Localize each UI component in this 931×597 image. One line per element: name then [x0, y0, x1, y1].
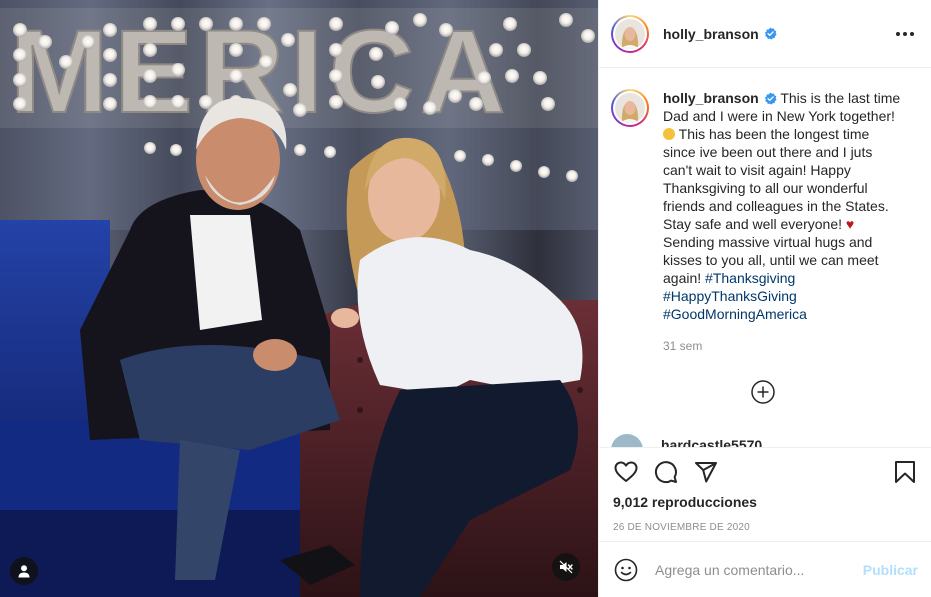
comment-button[interactable] [653, 459, 679, 485]
comments-section[interactable]: holly_branson This is the last time Dad … [599, 69, 931, 447]
avatar-image [615, 18, 645, 49]
hashtag-link[interactable]: #Thanksgiving [705, 270, 795, 286]
paper-plane-icon [695, 462, 717, 483]
post-modal: MERICA holly_branson holly_branson This … [0, 0, 931, 597]
avatar-frame [613, 91, 647, 125]
view-count[interactable]: 9,012 reproducciones [613, 494, 918, 510]
caption-line: kisses to you all, until we can meet [663, 252, 879, 268]
caption-line: since ive been out there and I juts [663, 144, 873, 160]
caption-line: Stay safe and well everyone! [663, 216, 842, 232]
comment-bubble-icon [654, 461, 677, 484]
speaker-muted-icon [559, 560, 573, 574]
header-username[interactable]: holly_branson [663, 26, 759, 42]
caption-line: This has been the longest time [678, 126, 870, 142]
heart-icon [614, 461, 638, 482]
post-header: holly_branson [599, 0, 931, 68]
caption-text: holly_branson This is the last time Dad … [663, 89, 913, 355]
caption-line: again! [663, 270, 702, 286]
verified-badge-icon [764, 92, 777, 105]
post-media[interactable]: MERICA [0, 0, 598, 597]
hashtag-link[interactable]: #HappyThanksGiving [663, 287, 913, 305]
red-heart-emoji-icon: ♥ [845, 216, 855, 232]
caption-line: Thanksgiving to all our wonderful [663, 180, 868, 196]
bookmark-icon [895, 461, 915, 483]
action-icons [613, 448, 918, 496]
verified-badge-icon [764, 27, 777, 40]
publish-button[interactable]: Publicar [863, 562, 918, 578]
post-sidebar: holly_branson holly_branson This is the … [598, 0, 931, 597]
comment-item: hardcastle5570 [611, 434, 762, 447]
user-icon [18, 565, 30, 578]
tagged-users-button[interactable] [10, 557, 38, 585]
comment-username[interactable]: hardcastle5570 [661, 437, 762, 447]
caption-time-ago[interactable]: 31 sem [663, 337, 913, 355]
profile-avatar[interactable] [611, 14, 649, 53]
avatar-image [615, 93, 645, 123]
caption-line: can't wait to visit again! Happy [663, 162, 851, 178]
like-button[interactable] [613, 459, 639, 485]
mute-button[interactable] [552, 553, 580, 581]
comment-input[interactable] [655, 561, 863, 578]
caption-line: Sending massive virtual hugs and [663, 234, 873, 250]
comment-avatar[interactable] [611, 434, 643, 447]
add-comment-bar: Publicar [599, 541, 931, 597]
emoji-button[interactable] [613, 557, 639, 583]
pensive-emoji-icon [663, 128, 675, 140]
avatar-frame [613, 16, 647, 51]
share-button[interactable] [693, 459, 719, 485]
post-actions: 9,012 reproducciones 26 DE NOVIEMBRE DE … [599, 447, 931, 541]
caption-avatar[interactable] [611, 89, 649, 127]
more-options-icon[interactable] [892, 28, 918, 40]
plus-circle-icon[interactable] [751, 380, 775, 404]
caption: holly_branson This is the last time Dad … [611, 89, 916, 355]
hashtag-link[interactable]: #GoodMorningAmerica [663, 305, 913, 323]
post-video[interactable]: MERICA [0, 0, 598, 597]
save-button[interactable] [892, 459, 918, 485]
caption-line: Dad and I were in New York together! [663, 108, 895, 124]
post-date[interactable]: 26 DE NOVIEMBRE DE 2020 [613, 522, 918, 533]
smiley-icon [614, 558, 638, 581]
caption-username[interactable]: holly_branson [663, 90, 759, 106]
caption-line: This is the last time [780, 90, 901, 106]
caption-line: friends and colleagues in the States. [663, 198, 889, 214]
